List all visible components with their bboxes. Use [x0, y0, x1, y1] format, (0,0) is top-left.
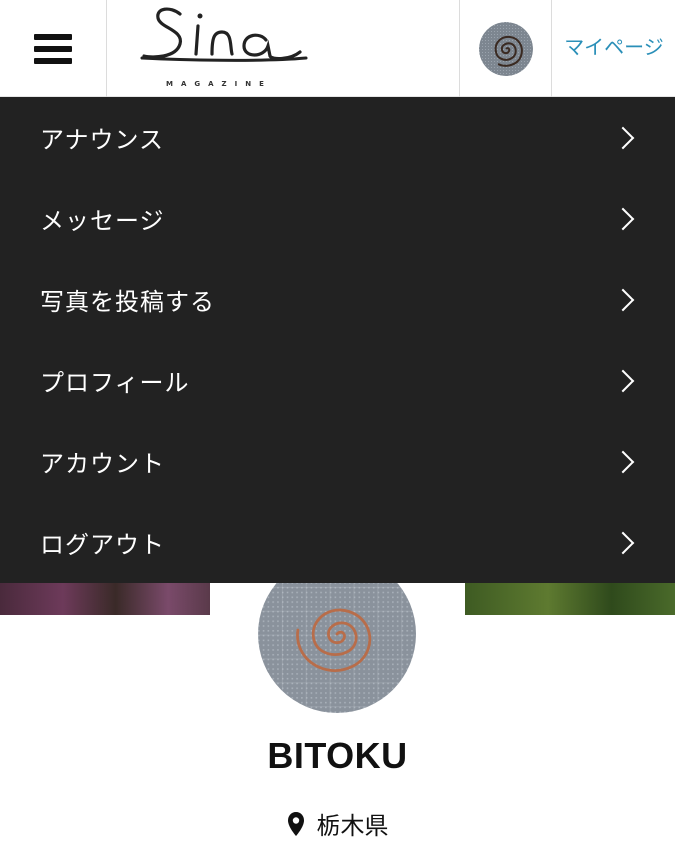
menu-item-label: ログアウト — [40, 531, 165, 559]
profile-location: 栃木県 — [0, 806, 675, 841]
avatar — [478, 21, 533, 76]
chevron-right-icon — [611, 450, 635, 473]
menu-item-account[interactable]: アカウント — [0, 421, 675, 502]
nav-dropdown-menu: アナウンス メッセージ 写真を投稿する プロフィール アカウント ログアウト — [0, 97, 675, 583]
chevron-right-icon — [611, 207, 635, 230]
chevron-right-icon — [611, 369, 635, 392]
header-avatar-button[interactable] — [459, 0, 552, 97]
menu-item-label: プロフィール — [40, 369, 190, 397]
menu-item-logout[interactable]: ログアウト — [0, 502, 675, 583]
hamburger-icon — [34, 33, 72, 64]
profile-username: BITOKU — [267, 735, 408, 776]
location-pin-icon — [287, 811, 304, 836]
menu-item-label: アカウント — [40, 450, 165, 478]
chevron-right-icon — [611, 126, 635, 149]
menu-item-label: アナウンス — [40, 126, 165, 154]
menu-item-post-photo[interactable]: 写真を投稿する — [0, 259, 675, 340]
chevron-right-icon — [611, 288, 635, 311]
menu-item-label: メッセージ — [40, 207, 165, 235]
hamburger-menu-button[interactable] — [0, 0, 107, 97]
menu-item-announcements[interactable]: アナウンス — [0, 97, 675, 178]
logo-subtitle: MAGAZINE — [166, 80, 272, 88]
menu-item-label: 写真を投稿する — [40, 288, 215, 316]
chevron-right-icon — [611, 531, 635, 554]
menu-item-messages[interactable]: メッセージ — [0, 178, 675, 259]
site-logo[interactable]: MAGAZINE — [140, 0, 310, 97]
location-text: 栃木県 — [316, 812, 389, 840]
menu-item-profile[interactable]: プロフィール — [0, 340, 675, 421]
app-header: MAGAZINE マイページ — [0, 0, 675, 97]
mypage-link[interactable]: マイページ — [553, 0, 675, 97]
